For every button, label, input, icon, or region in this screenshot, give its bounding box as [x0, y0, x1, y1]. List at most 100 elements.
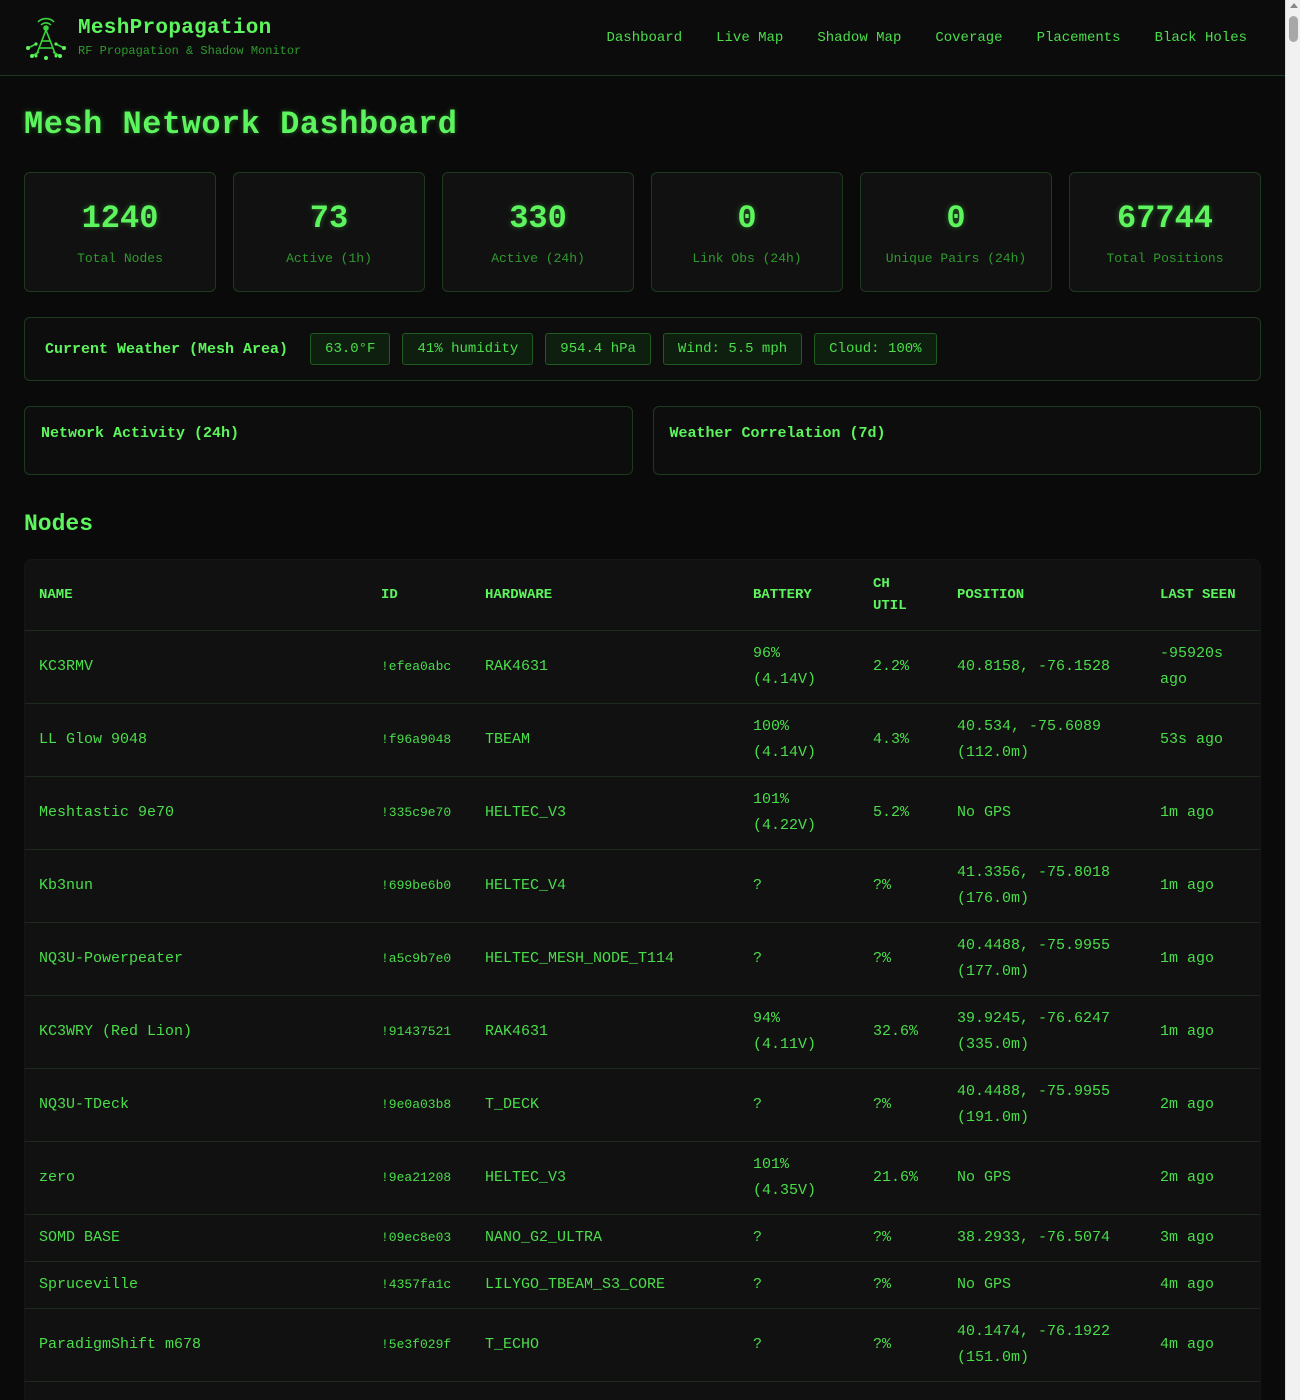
table-row[interactable]: KC3WRY (Red Lion) !91437521 RAK4631 94% (4.… [25, 995, 1260, 1069]
node-position: 38.2933, -76.5074 [943, 1214, 1146, 1262]
node-ch-util: ?% [859, 1214, 943, 1262]
nav-dashboard[interactable]: Dashboard [606, 30, 682, 46]
node-hardware: RAK4631 [471, 995, 739, 1069]
stat-card-total-nodes: 1240 Total Nodes [24, 172, 216, 292]
node-ch-util: ?% [859, 1308, 943, 1382]
node-battery: ? [739, 922, 859, 996]
node-id: !a5c9b7e0 [367, 922, 471, 996]
table-row[interactable]: ParadigmShift m678 !5e3f029f T_ECHO??% 40.1… [25, 1308, 1260, 1382]
column-header-ch-util[interactable]: CH UTIL [859, 560, 943, 631]
node-position: No GPS [943, 1261, 1146, 1309]
column-header-name[interactable]: NAME [25, 560, 367, 631]
node-name: SOMD BASE [25, 1214, 367, 1262]
column-header-position[interactable]: POSITION [943, 560, 1146, 631]
top-header: MeshPropagation RF Propagation & Shadow … [0, 0, 1285, 76]
table-row[interactable]: NQ3U-TDeck !9e0a03b8 T_DECK??% 40.4488, -75… [25, 1068, 1260, 1142]
table-row[interactable]: zero !9ea21208 HELTEC_V3 101% (4.35V) 21.6% N… [25, 1141, 1260, 1215]
node-name: NQ3U-Powerpeater [25, 922, 367, 996]
node-ch-util [859, 1381, 943, 1400]
node-name: Spruceville [25, 1261, 367, 1309]
node-battery: ? [739, 849, 859, 923]
brand-title[interactable]: MeshPropagation [78, 17, 301, 40]
node-name [25, 1381, 367, 1400]
node-last-seen: 53s ago [1146, 703, 1260, 777]
node-position: No GPS [943, 776, 1146, 850]
nav-shadow-map[interactable]: Shadow Map [817, 30, 901, 46]
table-row[interactable]: Kb3nun !699be6b0 HELTEC_V4??% 41.3356, -75.… [25, 849, 1260, 923]
radio-tower-icon[interactable] [24, 14, 68, 62]
stat-card-link-obs: 0 Link Obs (24h) [651, 172, 843, 292]
node-id: !efea0abc [367, 630, 471, 704]
table-row[interactable]: SOMD BASE !09ec8e03 NANO_G2_ULTRA??% 38.293… [25, 1214, 1260, 1262]
nav-placements[interactable]: Placements [1037, 30, 1121, 46]
column-header-last-seen[interactable]: LAST SEEN [1146, 560, 1260, 631]
node-name: LL Glow 9048 [25, 703, 367, 777]
node-hardware: HELTEC_V3 [471, 1141, 739, 1215]
vertical-scrollbar[interactable] [1285, 0, 1300, 1400]
weather-pressure: 954.4 hPa [545, 333, 651, 365]
stat-card-unique-pairs: 0 Unique Pairs (24h) [860, 172, 1052, 292]
node-name: KC3RMV [25, 630, 367, 704]
node-name: ParadigmShift m678 [25, 1308, 367, 1382]
panel-title: Weather Correlation (7d) [669, 425, 886, 442]
node-ch-util: ?% [859, 922, 943, 996]
node-ch-util: 4.3% [859, 703, 943, 777]
node-battery: 94% (4.11V) [739, 995, 859, 1069]
node-position: 40.4488, -75.9955 (177.0m) [943, 922, 1146, 996]
weather-title: Current Weather (Mesh Area) [45, 340, 289, 358]
stat-label: Total Nodes [77, 251, 163, 266]
node-name: Kb3nun [25, 849, 367, 923]
stat-value: 73 [309, 200, 349, 237]
weather-cloud: Cloud: 100% [814, 333, 937, 365]
column-header-battery[interactable]: BATTERY [739, 560, 859, 631]
nav-coverage[interactable]: Coverage [935, 30, 1002, 46]
node-position: 40.8158, -76.1528 [943, 630, 1146, 704]
main-content: Mesh Network Dashboard 1240 Total Nodes … [0, 106, 1285, 1400]
table-row[interactable]: NQ3U-Powerpeater !a5c9b7e0 HELTEC_MESH_NOD… [25, 922, 1260, 996]
scroll-thumb[interactable] [1289, 16, 1298, 42]
table-body: KC3RMV !efea0abc RAK4631 96% (4.14V) 2.2% 40.… [25, 630, 1260, 1400]
node-position: 40.5537, -75.8907 [943, 1381, 1146, 1400]
stat-card-total-positions: 67744 Total Positions [1069, 172, 1261, 292]
node-battery: 101% (4.35V) [739, 1141, 859, 1215]
column-header-id[interactable]: ID [367, 560, 471, 631]
node-last-seen: 4m ago [1146, 1261, 1260, 1309]
table-header-row: NAME ID HARDWARE BATTERY CH UTIL POSITIO… [25, 560, 1260, 631]
stat-label: Active (24h) [491, 251, 585, 266]
column-header-hardware[interactable]: HARDWARE [471, 560, 739, 631]
node-battery: ? [739, 1214, 859, 1262]
node-id: !699be6b0 [367, 849, 471, 923]
nodes-table: NAME ID HARDWARE BATTERY CH UTIL POSITIO… [24, 559, 1261, 1400]
node-id: !f96a9048 [367, 703, 471, 777]
node-ch-util: ?% [859, 1261, 943, 1309]
stat-label: Link Obs (24h) [692, 251, 802, 266]
table-row[interactable]: KC3RMV !efea0abc RAK4631 96% (4.14V) 2.2% 40.… [25, 630, 1260, 704]
weather-bar: Current Weather (Mesh Area) 63.0°F 41% h… [24, 317, 1261, 381]
node-ch-util: 21.6% [859, 1141, 943, 1215]
node-battery: 101% (4.22V) [739, 776, 859, 850]
stat-value: 1240 [81, 200, 159, 237]
node-id: !9e0a03b8 [367, 1068, 471, 1142]
node-ch-util: ?% [859, 1068, 943, 1142]
node-position: No GPS [943, 1141, 1146, 1215]
table-row[interactable]: 40.5537, -75.8907 [25, 1381, 1260, 1400]
node-id: !335c9e70 [367, 776, 471, 850]
stat-card-active-24h: 330 Active (24h) [442, 172, 634, 292]
node-battery: 100% (4.14V) [739, 703, 859, 777]
scroll-up-arrow-icon[interactable] [1289, 3, 1298, 8]
table-row[interactable]: Meshtastic 9e70 !335c9e70 HELTEC_V3 101% (4… [25, 776, 1260, 850]
node-ch-util: 2.2% [859, 630, 943, 704]
nav-live-map[interactable]: Live Map [716, 30, 783, 46]
stat-label: Total Positions [1106, 251, 1224, 266]
node-last-seen: 2m ago [1146, 1068, 1260, 1142]
chart-panels: Network Activity (24h) Weather Correlati… [24, 406, 1261, 475]
weather-correlation-panel: Weather Correlation (7d) [652, 406, 1261, 475]
nav-black-holes[interactable]: Black Holes [1155, 30, 1247, 46]
stat-value: 0 [946, 200, 966, 237]
table-row[interactable]: LL Glow 9048 !f96a9048 TBEAM 100% (4.14V) 4.… [25, 703, 1260, 777]
table-row[interactable]: Spruceville !4357fa1c LILYGO_TBEAM_S3_CORE… [25, 1261, 1260, 1309]
node-position: 40.534, -75.6089 (112.0m) [943, 703, 1146, 777]
node-hardware: HELTEC_V4 [471, 849, 739, 923]
node-battery: ? [739, 1068, 859, 1142]
node-position: 40.1474, -76.1922 (151.0m) [943, 1308, 1146, 1382]
